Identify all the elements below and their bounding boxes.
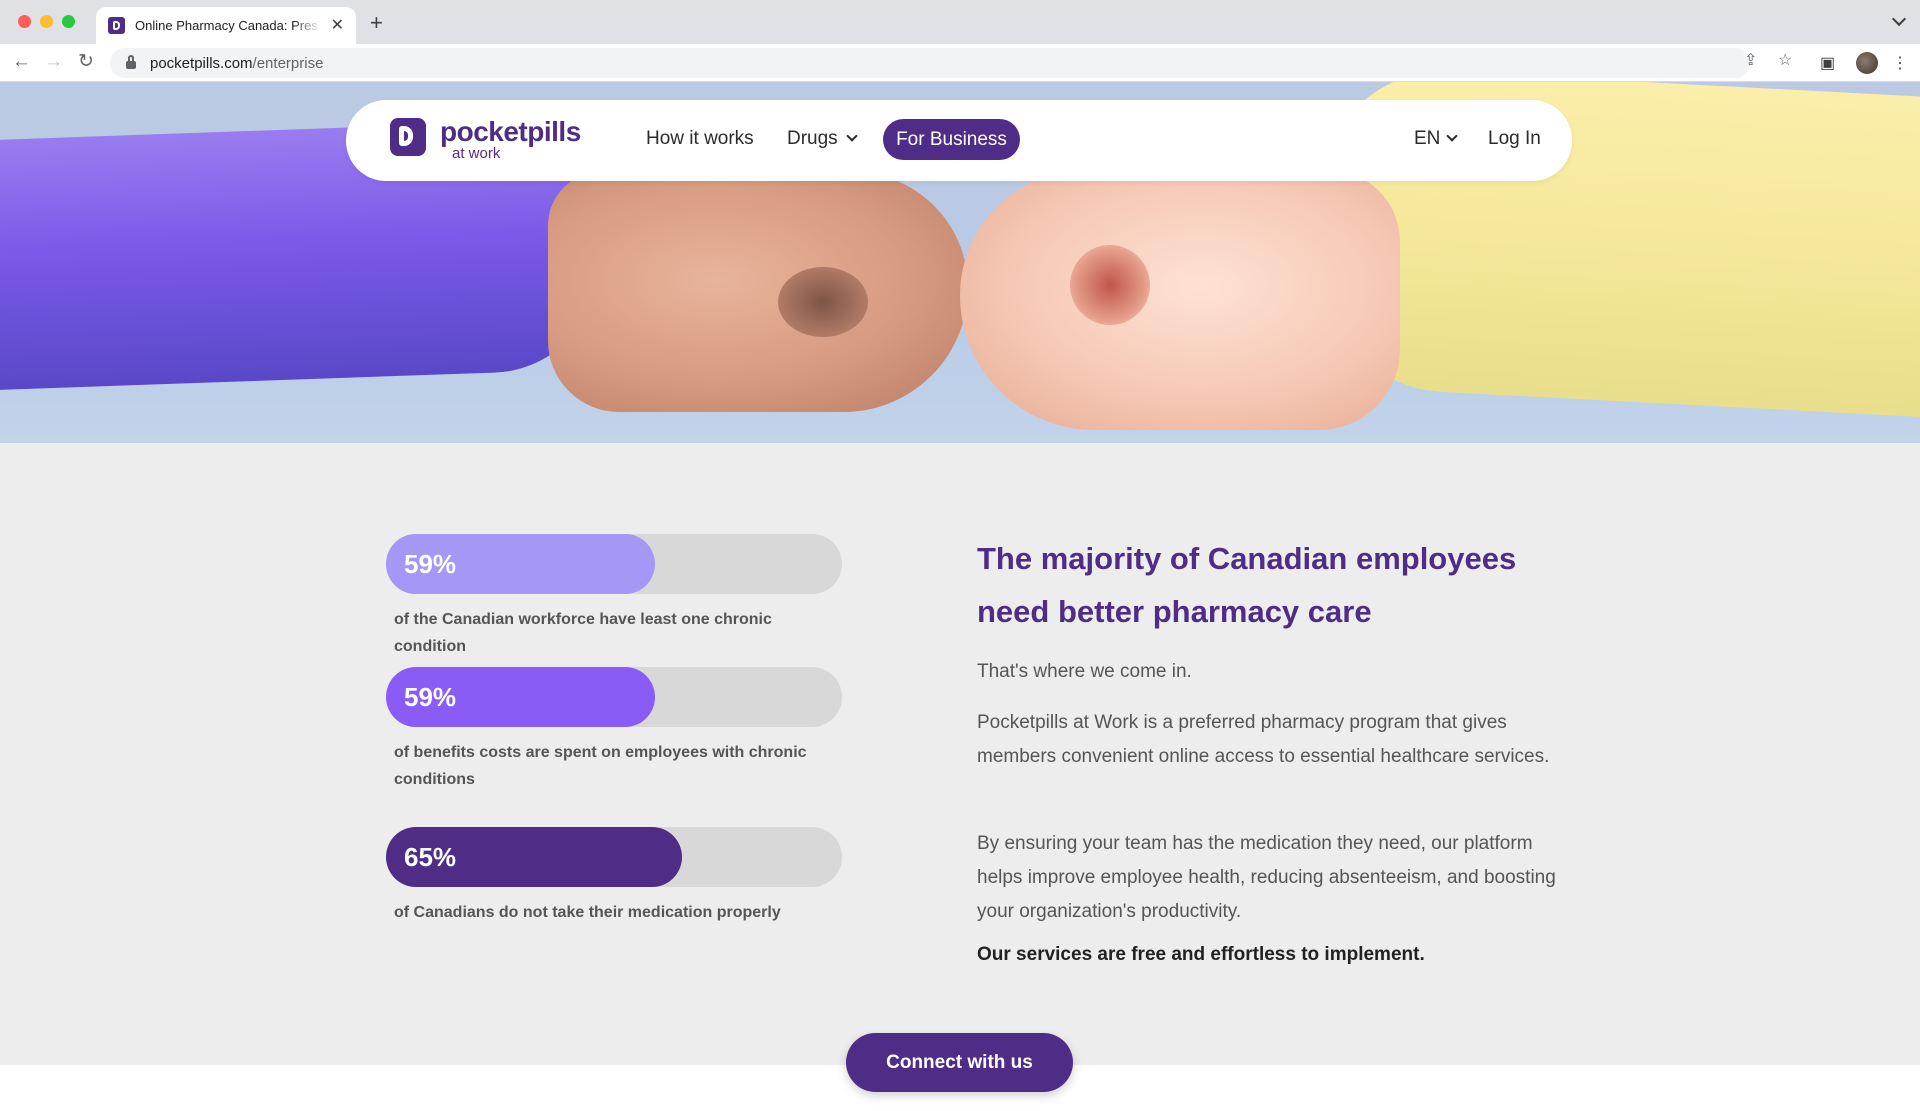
- right-fist: [960, 170, 1400, 430]
- minimize-window-button[interactable]: [40, 15, 53, 28]
- stat-item: 59% of the Canadian workforce have least…: [386, 534, 842, 660]
- browser-toolbar: ← → ↻ pocketpills.com/enterprise ⇪ ☆ ▣ ⋮: [0, 44, 1920, 82]
- language-selector[interactable]: EN: [1414, 127, 1459, 151]
- chevron-down-icon: [1446, 130, 1459, 142]
- stat-bar-track: 59%: [386, 667, 842, 727]
- back-arrow-icon[interactable]: ←: [12, 52, 31, 72]
- stat-caption: of the Canadian workforce have least one…: [394, 611, 772, 655]
- tab-close-icon[interactable]: ✕: [331, 17, 344, 34]
- reload-icon[interactable]: ↻: [78, 52, 94, 72]
- logo-wordmark: pocketpills: [440, 116, 581, 147]
- stat-bar-fill: 65%: [386, 827, 682, 887]
- stat-value: 59%: [404, 548, 457, 579]
- new-tab-icon[interactable]: +: [370, 12, 383, 34]
- chevron-down-icon: [846, 130, 858, 142]
- url-host: pocketpills.com: [150, 54, 253, 72]
- stat-caption: of benefits costs are spent on employees…: [394, 744, 807, 788]
- share-icon[interactable]: ⇪: [1744, 50, 1757, 70]
- url-path: /enterprise: [252, 54, 324, 72]
- nav-how-it-works[interactable]: How it works: [646, 127, 754, 151]
- stat-value: 65%: [404, 841, 457, 872]
- site-header: pocketpills at work How it works Drugs F…: [346, 100, 1572, 181]
- stat-bar-track: 65%: [386, 827, 842, 887]
- logo-subtitle: at work: [452, 145, 501, 162]
- nav-drugs-dropdown[interactable]: Drugs: [787, 127, 858, 151]
- address-bar[interactable]: pocketpills.com/enterprise: [110, 48, 1750, 78]
- nav-drugs-label: Drugs: [787, 128, 838, 149]
- bookmark-star-icon[interactable]: ☆: [1778, 50, 1792, 70]
- browser-tab[interactable]: Online Pharmacy Canada: Pres ✕: [96, 7, 356, 44]
- profile-avatar[interactable]: [1856, 52, 1878, 74]
- free-services-statement: Our services are free and effortless to …: [977, 944, 1425, 965]
- language-label: EN: [1414, 128, 1441, 149]
- pocketpills-logo-icon: [390, 118, 426, 156]
- connect-with-us-button[interactable]: Connect with us: [846, 1033, 1073, 1092]
- forward-arrow-icon[interactable]: →: [44, 52, 63, 72]
- close-window-button[interactable]: [18, 15, 31, 28]
- maximize-window-button[interactable]: [62, 15, 75, 28]
- intro-paragraph: That's where we come in.: [977, 661, 1192, 682]
- tab-search-chevron-icon[interactable]: [1891, 11, 1907, 27]
- stat-item: 65% of Canadians do not take their medic…: [386, 827, 842, 926]
- pocketpills-favicon-icon: [108, 17, 125, 34]
- browser-menu-icon[interactable]: ⋮: [1892, 53, 1908, 73]
- stat-caption: of Canadians do not take their medicatio…: [394, 904, 781, 921]
- section-heading: The majority of Canadian employees need …: [977, 541, 1517, 629]
- pocketpills-logo[interactable]: pocketpills at work: [390, 118, 581, 161]
- stat-bar-track: 59%: [386, 534, 842, 594]
- tab-title: Online Pharmacy Canada: Pres: [135, 18, 318, 33]
- description-paragraph: Pocketpills at Work is a preferred pharm…: [977, 712, 1550, 767]
- side-panel-icon[interactable]: ▣: [1820, 53, 1835, 73]
- browser-tab-bar: Online Pharmacy Canada: Pres ✕ +: [0, 0, 1920, 44]
- login-link[interactable]: Log In: [1488, 127, 1541, 151]
- left-fist: [548, 172, 968, 412]
- stat-bar-fill: 59%: [386, 534, 655, 594]
- stat-value: 59%: [404, 681, 457, 712]
- benefits-paragraph: By ensuring your team has the medication…: [977, 833, 1556, 922]
- stat-bar-fill: 59%: [386, 667, 655, 727]
- lock-icon: [126, 55, 136, 69]
- nav-for-business-button[interactable]: For Business: [883, 119, 1020, 160]
- stat-item: 59% of benefits costs are spent on emplo…: [386, 667, 842, 793]
